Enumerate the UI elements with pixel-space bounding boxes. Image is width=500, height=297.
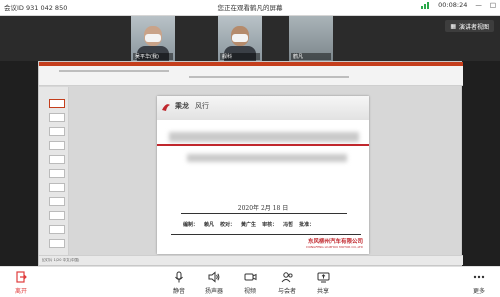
slide-thumb[interactable]: [49, 99, 65, 108]
label-compiled: 编制：: [183, 222, 199, 228]
more-button[interactable]: 更多: [461, 270, 497, 295]
label-approved: 批准：: [299, 222, 315, 228]
slide-thumb[interactable]: [49, 169, 65, 178]
face-mask: [145, 34, 161, 42]
ppt-status-bar: 幻灯片 1/20 中文(中国): [39, 255, 463, 265]
participant-name: 舰科: [220, 53, 260, 60]
exit-icon: [3, 270, 39, 284]
slide-thumb[interactable]: [49, 141, 65, 150]
slide-thumb[interactable]: [49, 225, 65, 234]
slide-thumb[interactable]: [49, 155, 65, 164]
signal-icon: [421, 1, 430, 9]
face-mask: [232, 34, 248, 42]
microphone-icon: [161, 270, 197, 284]
slide-thumb[interactable]: [49, 197, 65, 206]
value-reviewed: 冯哲: [283, 222, 294, 228]
meeting-titlebar: 会议ID 931 042 850 您正在观看鹤凡的屏幕 00:08:24 — □: [0, 0, 500, 16]
leave-button[interactable]: 离开: [3, 270, 39, 295]
participant-tile-1[interactable]: 吴平华(我): [131, 16, 175, 61]
participants-button[interactable]: 与会者: [269, 270, 305, 295]
mute-button[interactable]: 静音: [161, 270, 197, 295]
value-compiled: 赖凡: [204, 222, 215, 228]
ppt-title-bar: [39, 62, 463, 66]
ppt-ribbon: [39, 62, 463, 86]
label-reviewed: 审核：: [262, 222, 278, 228]
label-checked: 校对：: [220, 222, 236, 228]
date-rule: [181, 213, 347, 214]
sign-off-row: 编制： 赖凡 校对： 黄广生 审核： 冯哲 批准：: [183, 221, 314, 228]
ribbon-line: [59, 70, 169, 72]
speaker-icon: [196, 270, 232, 284]
slide-brand: 乘龙 风行: [175, 101, 209, 111]
slide-thumb[interactable]: [49, 211, 65, 220]
participant-name: 鹤凡: [291, 53, 331, 60]
speaker-view-label: 演讲者视图: [458, 23, 489, 31]
dongfeng-logo-icon: [162, 104, 170, 111]
share-screen-icon: [305, 270, 341, 284]
slide-thumb[interactable]: [49, 127, 65, 136]
minimize-button[interactable]: —: [475, 1, 482, 9]
mute-label: 静音: [172, 288, 185, 295]
company-name-en: DONGFENG LIUZHOU MOTOR CO.,LTD: [306, 245, 363, 249]
participant-tile-2[interactable]: 舰科: [218, 16, 262, 61]
shared-screen: 乘龙 风行 2020年 2月 18 日 编制： 赖凡 校对： 黄广生 审核： 冯哲…: [38, 61, 463, 266]
leave-label: 离开: [14, 288, 27, 295]
people-icon: [269, 270, 305, 284]
slide-canvas: 乘龙 风行 2020年 2月 18 日 编制： 赖凡 校对： 黄广生 审核： 冯哲…: [157, 96, 369, 254]
meeting-toolbar: 离开 静音 扬声器 视频 与会者 共享 更多: [0, 266, 500, 297]
slide-thumb[interactable]: [49, 239, 65, 248]
slide-thumbnails: [39, 87, 69, 255]
value-checked: 黄广生: [241, 222, 257, 228]
slide-red-rule: [157, 144, 369, 146]
meeting-timer: 00:08:24: [438, 1, 468, 9]
participant-tile-3[interactable]: 鹤凡: [289, 16, 333, 61]
grid-icon: ▦: [450, 22, 456, 30]
participant-name: 吴平华(我): [133, 53, 173, 60]
share-button[interactable]: 共享: [305, 270, 341, 295]
brand-tagline: 风行: [195, 102, 209, 110]
slide-thumb[interactable]: [49, 183, 65, 192]
slide-date: 2020年 2月 18 日: [237, 205, 289, 212]
brand-name: 乘龙: [175, 101, 189, 110]
speaker-label: 扬声器: [204, 288, 223, 295]
share-label: 共享: [316, 288, 329, 295]
participants-label: 与会者: [277, 288, 296, 295]
video-button[interactable]: 视频: [232, 270, 268, 295]
company-name: 东风柳州汽车有限公司: [307, 239, 363, 245]
more-dots-icon: [461, 270, 497, 284]
video-label: 视频: [243, 288, 256, 295]
fullscreen-button[interactable]: □: [490, 1, 496, 9]
video-strip: 吴平华(我) 舰科 鹤凡 ▦ 演讲者视图: [0, 16, 500, 61]
speaker-view-button[interactable]: ▦ 演讲者视图: [445, 20, 494, 32]
redacted-subtitle: [187, 154, 347, 162]
footer-rule: [171, 234, 361, 235]
camera-icon: [232, 270, 268, 284]
redacted-title: [169, 132, 359, 142]
speaker-button[interactable]: 扬声器: [196, 270, 232, 295]
ribbon-line: [189, 76, 349, 78]
slide-thumb[interactable]: [49, 113, 65, 122]
more-label: 更多: [472, 288, 485, 295]
